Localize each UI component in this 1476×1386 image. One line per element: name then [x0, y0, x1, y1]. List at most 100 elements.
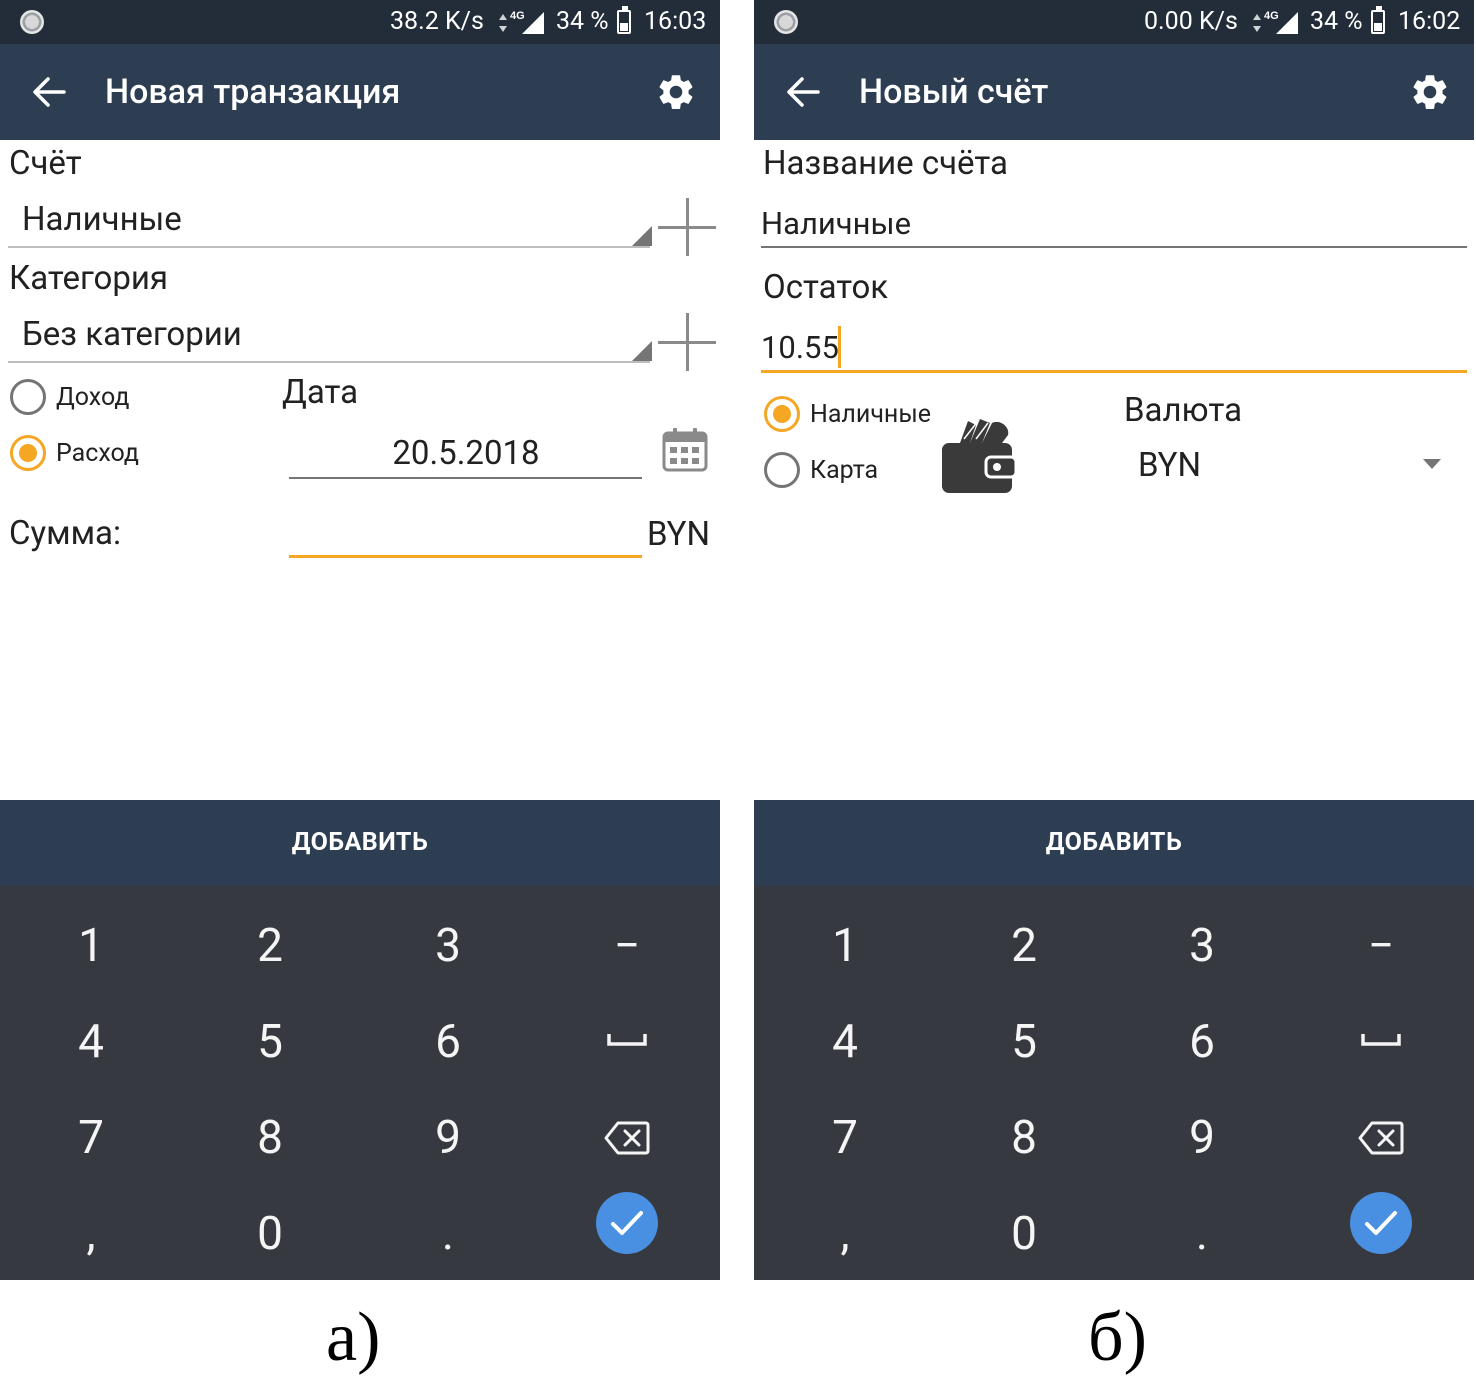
key-7[interactable]: 7 — [2, 1090, 180, 1186]
account-name-input[interactable]: Наличные — [761, 204, 911, 244]
expense-radio-label[interactable]: Расход — [56, 439, 139, 469]
balance-input[interactable]: 10.55 — [761, 328, 839, 368]
cash-radio[interactable] — [764, 396, 800, 432]
settings-gear-icon[interactable] — [1409, 71, 1451, 113]
key-backspace[interactable] — [538, 1090, 716, 1186]
card-radio[interactable] — [764, 452, 800, 488]
key-dot[interactable]: . — [359, 1186, 537, 1280]
backspace-icon — [1358, 1121, 1404, 1155]
category-label: Категория — [9, 259, 169, 298]
signal-icon: 4G — [1264, 10, 1298, 34]
account-label: Счёт — [9, 144, 82, 183]
add-button-label: ДОБАВИТЬ — [291, 828, 429, 857]
status-bar: 0.00 K/s 4G 34 % 16:02 — [754, 0, 1474, 44]
add-button[interactable]: ДОБАВИТЬ — [0, 800, 720, 886]
currency-spinner-value[interactable]: BYN — [1138, 446, 1201, 486]
battery-percent: 34 % — [556, 7, 609, 36]
currency-label: Валюта — [1124, 391, 1243, 430]
app-bar: Новая транзакция — [0, 44, 720, 140]
done-button[interactable] — [1350, 1192, 1412, 1254]
account-name-label: Название счёта — [763, 144, 1008, 183]
key-4[interactable]: 4 — [2, 994, 180, 1090]
add-button[interactable]: ДОБАВИТЬ — [754, 800, 1474, 886]
done-button[interactable] — [596, 1192, 658, 1254]
key-5[interactable]: 5 — [935, 994, 1113, 1090]
key-7[interactable]: 7 — [756, 1090, 934, 1186]
signal-icon: 4G — [510, 10, 544, 34]
network-type: 4G — [1264, 10, 1279, 22]
key-4[interactable]: 4 — [756, 994, 934, 1090]
amount-currency: BYN — [647, 515, 711, 554]
key-minus[interactable]: − — [1292, 898, 1470, 994]
key-9[interactable]: 9 — [1113, 1090, 1291, 1186]
key-1[interactable]: 1 — [756, 898, 934, 994]
key-dot[interactable]: . — [1113, 1186, 1291, 1280]
key-space[interactable] — [1292, 994, 1470, 1090]
notification-icon — [20, 10, 44, 34]
battery-icon — [617, 6, 631, 34]
clock: 16:02 — [1398, 7, 1461, 36]
income-radio[interactable] — [10, 379, 46, 415]
text-cursor — [838, 326, 841, 368]
balance-label: Остаток — [763, 268, 889, 307]
add-category-plus-icon[interactable] — [658, 313, 716, 371]
checkmark-icon — [611, 1211, 643, 1235]
date-label: Дата — [282, 373, 359, 412]
settings-gear-icon[interactable] — [655, 71, 697, 113]
status-bar: 38.2 K/s 4G 34 % 16:03 — [0, 0, 720, 44]
key-comma[interactable]: , — [2, 1186, 180, 1280]
dropdown-arrow-icon[interactable] — [1422, 458, 1442, 470]
key-8[interactable]: 8 — [935, 1090, 1113, 1186]
key-2[interactable]: 2 — [935, 898, 1113, 994]
backspace-icon — [604, 1121, 650, 1155]
calendar-icon[interactable] — [662, 428, 708, 472]
key-1[interactable]: 1 — [2, 898, 180, 994]
back-arrow-icon[interactable] — [30, 70, 70, 114]
balance-underline — [761, 370, 1467, 373]
network-type: 4G — [510, 10, 525, 22]
category-spinner-value[interactable]: Без категории — [22, 315, 242, 355]
numeric-keypad: 1 2 3 − 4 5 6 7 8 9 , 0 . — [754, 886, 1474, 1280]
new-transaction-screen: 38.2 K/s 4G 34 % 16:03 Новая транзакция … — [0, 0, 720, 1280]
account-spinner-arrow-icon — [632, 226, 652, 246]
key-comma[interactable]: , — [756, 1186, 934, 1280]
wallet-icon — [942, 419, 1018, 493]
key-6[interactable]: 6 — [359, 994, 537, 1090]
key-6[interactable]: 6 — [1113, 994, 1291, 1090]
key-3[interactable]: 3 — [1113, 898, 1291, 994]
key-minus[interactable]: − — [538, 898, 716, 994]
category-spinner-arrow-icon — [632, 341, 652, 361]
key-0[interactable]: 0 — [181, 1186, 359, 1280]
card-radio-label[interactable]: Карта — [810, 456, 878, 486]
network-speed: 38.2 K/s — [390, 7, 484, 36]
caption-b: б) — [1088, 1299, 1147, 1376]
numeric-keypad: 1 2 3 − 4 5 6 7 8 9 , 0 . — [0, 886, 720, 1280]
new-account-screen: 0.00 K/s 4G 34 % 16:02 Новый счёт Назван… — [754, 0, 1474, 1280]
space-key-icon — [607, 1034, 647, 1046]
key-9[interactable]: 9 — [359, 1090, 537, 1186]
key-backspace[interactable] — [1292, 1090, 1470, 1186]
key-0[interactable]: 0 — [935, 1186, 1113, 1280]
account-spinner-underline — [8, 246, 650, 248]
amount-input[interactable] — [289, 555, 642, 558]
page-title: Новая транзакция — [105, 72, 401, 112]
key-5[interactable]: 5 — [181, 994, 359, 1090]
date-value[interactable]: 20.5.2018 — [290, 434, 642, 474]
account-spinner-value[interactable]: Наличные — [22, 200, 182, 240]
battery-icon — [1371, 6, 1385, 34]
app-bar: Новый счёт — [754, 44, 1474, 140]
key-3[interactable]: 3 — [359, 898, 537, 994]
page-title: Новый счёт — [859, 72, 1049, 112]
notification-icon — [774, 10, 798, 34]
key-2[interactable]: 2 — [181, 898, 359, 994]
add-account-plus-icon[interactable] — [658, 198, 716, 256]
key-space[interactable] — [538, 994, 716, 1090]
key-8[interactable]: 8 — [181, 1090, 359, 1186]
date-underline — [289, 477, 642, 479]
amount-label: Сумма: — [9, 514, 121, 553]
caption-a: а) — [326, 1299, 381, 1376]
expense-radio[interactable] — [10, 435, 46, 471]
cash-radio-label[interactable]: Наличные — [810, 400, 931, 430]
back-arrow-icon[interactable] — [784, 70, 824, 114]
income-radio-label[interactable]: Доход — [56, 383, 129, 413]
